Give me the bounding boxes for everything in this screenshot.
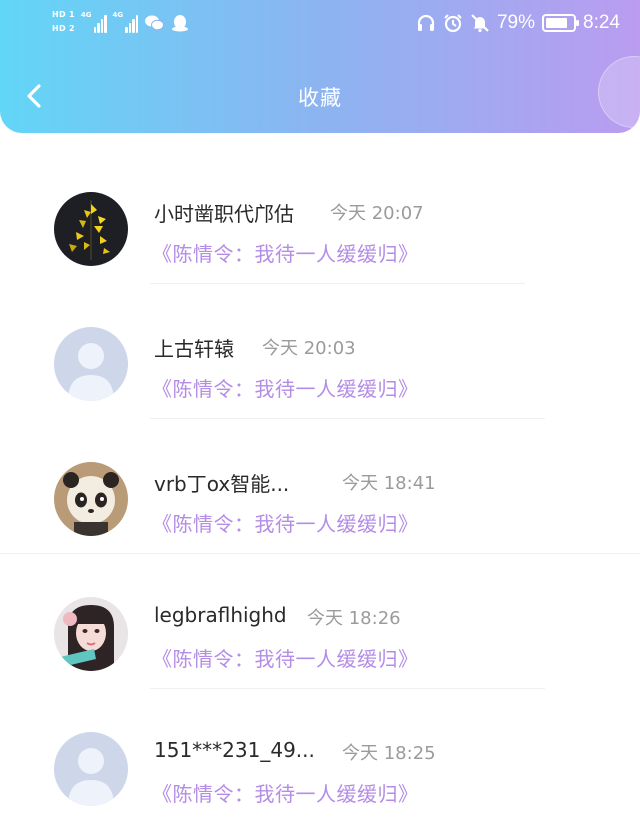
- user-name: 小时凿职代邝估: [154, 202, 294, 226]
- user-name: 151***231_49...: [154, 738, 315, 762]
- user-name: vrb丁ox智能...: [154, 472, 290, 496]
- user-name: legbraflhighd: [154, 603, 287, 627]
- battery-fill: [546, 18, 567, 28]
- network-2-label: 4G: [112, 11, 124, 19]
- signal-bar: [93, 27, 97, 33]
- signal-bar: [128, 23, 132, 33]
- article-title-link[interactable]: 《陈情令：我待一人缓缓归》: [152, 643, 419, 672]
- list-item[interactable]: 小时凿职代邝估 今天 20:07 《陈情令：我待一人缓缓归》: [0, 150, 640, 285]
- divider: [150, 688, 545, 689]
- timestamp: 今天 18:25: [342, 743, 436, 764]
- signal-2-icon: 4G: [113, 11, 139, 33]
- divider: [150, 283, 525, 284]
- hd-indicators: HD 1 HD 2: [52, 9, 75, 34]
- signal-bar: [97, 23, 100, 33]
- flower-avatar-image: [54, 192, 128, 266]
- status-left: HD 1 HD 2 4G 4G: [52, 9, 190, 34]
- header-bar: HD 1 HD 2 4G 4G 79% 8:24 收藏: [0, 0, 640, 133]
- avatar[interactable]: [54, 327, 128, 401]
- network-1-label: 4G: [80, 11, 92, 19]
- girl-avatar-image: [54, 597, 128, 671]
- divider: [150, 418, 545, 419]
- list-item[interactable]: 上古轩辕 今天 20:03 《陈情令：我待一人缓缓归》: [0, 285, 640, 420]
- qq-icon: [172, 15, 189, 32]
- signal-bar: [125, 27, 128, 33]
- floating-assistant-button[interactable]: [598, 56, 640, 128]
- hd2-badge: HD 2: [52, 24, 75, 33]
- wechat-icon: [145, 15, 165, 31]
- default-avatar-image: [54, 327, 128, 401]
- article-title-link[interactable]: 《陈情令：我待一人缓缓归》: [152, 373, 419, 402]
- battery-percent: 79%: [496, 12, 536, 33]
- default-avatar-image: [54, 732, 128, 806]
- list-item[interactable]: 151***231_49... 今天 18:25 《陈情令：我待一人缓缓归》: [0, 690, 640, 825]
- status-bar: HD 1 HD 2 4G 4G 79% 8:24: [0, 0, 640, 48]
- article-title-link[interactable]: 《陈情令：我待一人缓缓归》: [152, 508, 419, 537]
- clock-time: 8:24: [583, 12, 620, 33]
- timestamp: 今天 20:07: [330, 203, 424, 224]
- headphones-icon: [417, 14, 435, 31]
- timestamp: 今天 18:26: [307, 608, 401, 629]
- signal-bar: [104, 15, 107, 33]
- article-title-link[interactable]: 《陈情令：我待一人缓缓归》: [152, 238, 419, 267]
- divider: [0, 553, 640, 554]
- timestamp: 今天 18:41: [342, 473, 436, 494]
- signal-bar: [135, 15, 139, 33]
- battery-icon: [542, 14, 580, 32]
- panda-avatar-image: [54, 462, 128, 536]
- user-name: 上古轩辕: [154, 337, 234, 361]
- alarm-icon: [444, 14, 462, 33]
- signal-bar: [100, 19, 104, 33]
- signal-bar: [132, 19, 135, 33]
- avatar[interactable]: [54, 192, 128, 266]
- status-right: 79% 8:24: [416, 10, 620, 36]
- avatar[interactable]: [54, 462, 128, 536]
- timestamp: 今天 20:03: [262, 338, 356, 359]
- signal-1-icon: 4G: [81, 11, 107, 33]
- mute-bell-icon: [471, 14, 489, 33]
- page-title: 收藏: [298, 86, 342, 110]
- article-title-link[interactable]: 《陈情令：我待一人缓缓归》: [152, 778, 419, 807]
- hd1-badge: HD 1: [52, 10, 75, 19]
- avatar[interactable]: [54, 732, 128, 806]
- list-item[interactable]: vrb丁ox智能... 今天 18:41 《陈情令：我待一人缓缓归》: [0, 420, 640, 555]
- list-item[interactable]: legbraflhighd 今天 18:26 《陈情令：我待一人缓缓归》: [0, 555, 640, 690]
- avatar[interactable]: [54, 597, 128, 671]
